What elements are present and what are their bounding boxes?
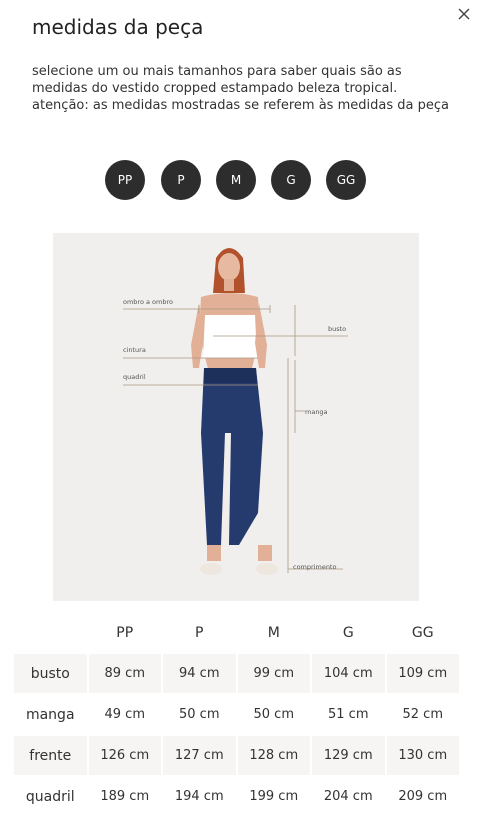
size-button-pp[interactable]: PP <box>105 160 145 200</box>
measurement-figure: ombro a ombro busto cintura quadril mang… <box>53 233 419 601</box>
table-cell: 128 cm <box>237 736 310 775</box>
table-cell: 209 cm <box>386 777 459 816</box>
table-cell: 199 cm <box>237 777 310 816</box>
column-header: P <box>163 613 236 652</box>
label-ombro: ombro a ombro <box>123 298 173 306</box>
table-cell: 189 cm <box>88 777 161 816</box>
close-icon[interactable] <box>455 5 473 23</box>
column-header: PP <box>88 613 161 652</box>
column-header: G <box>312 613 385 652</box>
modal-description: selecione um ou mais tamanhos para saber… <box>32 64 449 113</box>
table-cell: 129 cm <box>312 736 385 775</box>
table-cell: 127 cm <box>163 736 236 775</box>
table-cell: 104 cm <box>312 654 385 693</box>
table-row: quadril 189 cm 194 cm 199 cm 204 cm 209 … <box>14 777 459 816</box>
table-row: busto 89 cm 94 cm 99 cm 104 cm 109 cm <box>14 654 459 693</box>
table-cell: 51 cm <box>312 695 385 734</box>
label-quadril: quadril <box>123 373 146 381</box>
table-cell: 130 cm <box>386 736 459 775</box>
table-row: frente 126 cm 127 cm 128 cm 129 cm 130 c… <box>14 736 459 775</box>
label-manga: manga <box>305 408 328 416</box>
table-corner-cell <box>14 613 87 652</box>
column-header: M <box>237 613 310 652</box>
table-row: manga 49 cm 50 cm 50 cm 51 cm 52 cm <box>14 695 459 734</box>
measurements-table: PP P M G GG busto 89 cm 94 cm 99 cm 104 … <box>12 611 461 818</box>
table-cell: 94 cm <box>163 654 236 693</box>
row-header: busto <box>14 654 87 693</box>
row-header: quadril <box>14 777 87 816</box>
column-header: GG <box>386 613 459 652</box>
table-cell: 109 cm <box>386 654 459 693</box>
table-cell: 89 cm <box>88 654 161 693</box>
label-busto: busto <box>328 325 346 333</box>
label-comprimento: comprimento <box>293 563 336 571</box>
table-cell: 52 cm <box>386 695 459 734</box>
size-button-p[interactable]: P <box>161 160 201 200</box>
table-cell: 194 cm <box>163 777 236 816</box>
size-button-g[interactable]: G <box>271 160 311 200</box>
table-cell: 126 cm <box>88 736 161 775</box>
table-cell: 49 cm <box>88 695 161 734</box>
table-cell: 99 cm <box>237 654 310 693</box>
table-cell: 204 cm <box>312 777 385 816</box>
row-header: manga <box>14 695 87 734</box>
table-cell: 50 cm <box>163 695 236 734</box>
table-cell: 50 cm <box>237 695 310 734</box>
size-button-gg[interactable]: GG <box>326 160 366 200</box>
row-header: frente <box>14 736 87 775</box>
modal-title: medidas da peça <box>32 15 204 39</box>
size-selector: PP P M G GG <box>0 160 480 200</box>
size-button-m[interactable]: M <box>216 160 256 200</box>
label-cintura: cintura <box>123 346 146 354</box>
table-header-row: PP P M G GG <box>14 613 459 652</box>
